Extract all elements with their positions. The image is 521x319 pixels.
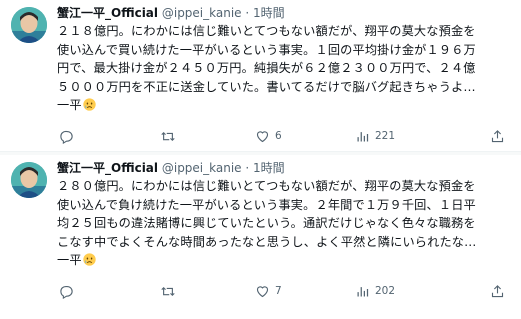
share-icon: [491, 284, 504, 297]
tweet-text-line: 使い込んで負け続けた一平がいるという事実。２年間で１万９千回、１日平: [57, 197, 476, 212]
views-button[interactable]: 221: [355, 126, 395, 146]
reply-icon: [60, 285, 73, 299]
repost-icon: [161, 286, 175, 296]
timestamp[interactable]: 1時間: [253, 6, 285, 20]
avatar[interactable]: [11, 7, 47, 43]
repost-button[interactable]: [160, 281, 181, 301]
tweet[interactable]: 蟹江一平_Official @ippei_kanie · 1時間 ２８０億円。に…: [0, 155, 521, 307]
separator-dot: ·: [245, 161, 250, 175]
sad-face-emoji: [83, 98, 96, 111]
repost-button[interactable]: [160, 126, 181, 146]
user-handle[interactable]: @ippei_kanie: [162, 6, 242, 20]
display-name[interactable]: 蟹江一平_Official: [57, 161, 158, 175]
action-bar: 6 221: [57, 126, 512, 146]
tweet-text-tail: 一平: [57, 98, 82, 112]
share-icon: [491, 129, 504, 142]
user-handle[interactable]: @ippei_kanie: [162, 161, 242, 175]
tweet-text-line: 一平: [57, 251, 512, 270]
heart-icon: [256, 130, 269, 142]
tweet-text-line: 均２５回もの違法賭博に興じていたという。通訳だけじゃなく色々な職務を: [57, 216, 476, 230]
avatar[interactable]: [11, 162, 47, 198]
display-name[interactable]: 蟹江一平_Official: [57, 6, 158, 20]
repost-icon: [161, 131, 175, 141]
tweet-text-tail: 一平: [57, 253, 82, 267]
like-count: 7: [275, 285, 282, 297]
views-button[interactable]: 202: [355, 281, 395, 301]
separator-dot: ·: [245, 6, 250, 20]
tweet-text: ２８０億円。にわかには信じ難いとてつもない額だが、翔平の莫大な預金を 使い込んで…: [57, 177, 512, 270]
reply-icon: [60, 130, 73, 144]
share-button[interactable]: [490, 281, 505, 301]
like-button[interactable]: 6: [255, 126, 282, 146]
like-count: 6: [275, 130, 282, 142]
tweet[interactable]: 蟹江一平_Official @ippei_kanie · 1時間 ２１８億円。に…: [0, 0, 521, 152]
reply-button[interactable]: [59, 126, 79, 146]
tweet-text-line: 使い込んで買い続けた一平がいるという事実。１回の平均掛け金が１９６万: [57, 42, 476, 57]
views-bar-chart-icon: [357, 131, 369, 141]
share-button[interactable]: [490, 126, 505, 146]
views-bar-chart-icon: [357, 286, 369, 296]
tweet-text-line: 円で、最大掛け金が２４５０万円。純損失が６２億２３００万円で、２４億: [57, 61, 476, 75]
tweet-text-line: ５０００万円を不正に送金していた。書いてるだけで脳バグ起きちゃうよ…: [57, 79, 476, 94]
tweet-text-line: ２８０億円。にわかには信じ難いとてつもない額だが、翔平の莫大な預金を: [57, 179, 476, 193]
tweet-text-line: こなす中でよくそんな時間あったなと思うし、よく平然と隣にいられたな…: [57, 234, 477, 249]
heart-icon: [256, 285, 269, 297]
sad-face-emoji: [83, 253, 96, 266]
view-count: 202: [375, 285, 396, 297]
tweet-text-line: ２１８億円。にわかには信じ難いとてつもない額だが、翔平の莫大な預金を: [57, 24, 476, 38]
action-bar: 7 202: [57, 281, 512, 301]
timestamp[interactable]: 1時間: [253, 161, 285, 175]
reply-button[interactable]: [59, 281, 79, 301]
like-button[interactable]: 7: [255, 281, 282, 301]
view-count: 221: [375, 130, 396, 142]
tweet-text: ２１８億円。にわかには信じ難いとてつもない額だが、翔平の莫大な預金を 使い込んで…: [57, 22, 512, 115]
tweet-text-line: 一平: [57, 96, 512, 115]
